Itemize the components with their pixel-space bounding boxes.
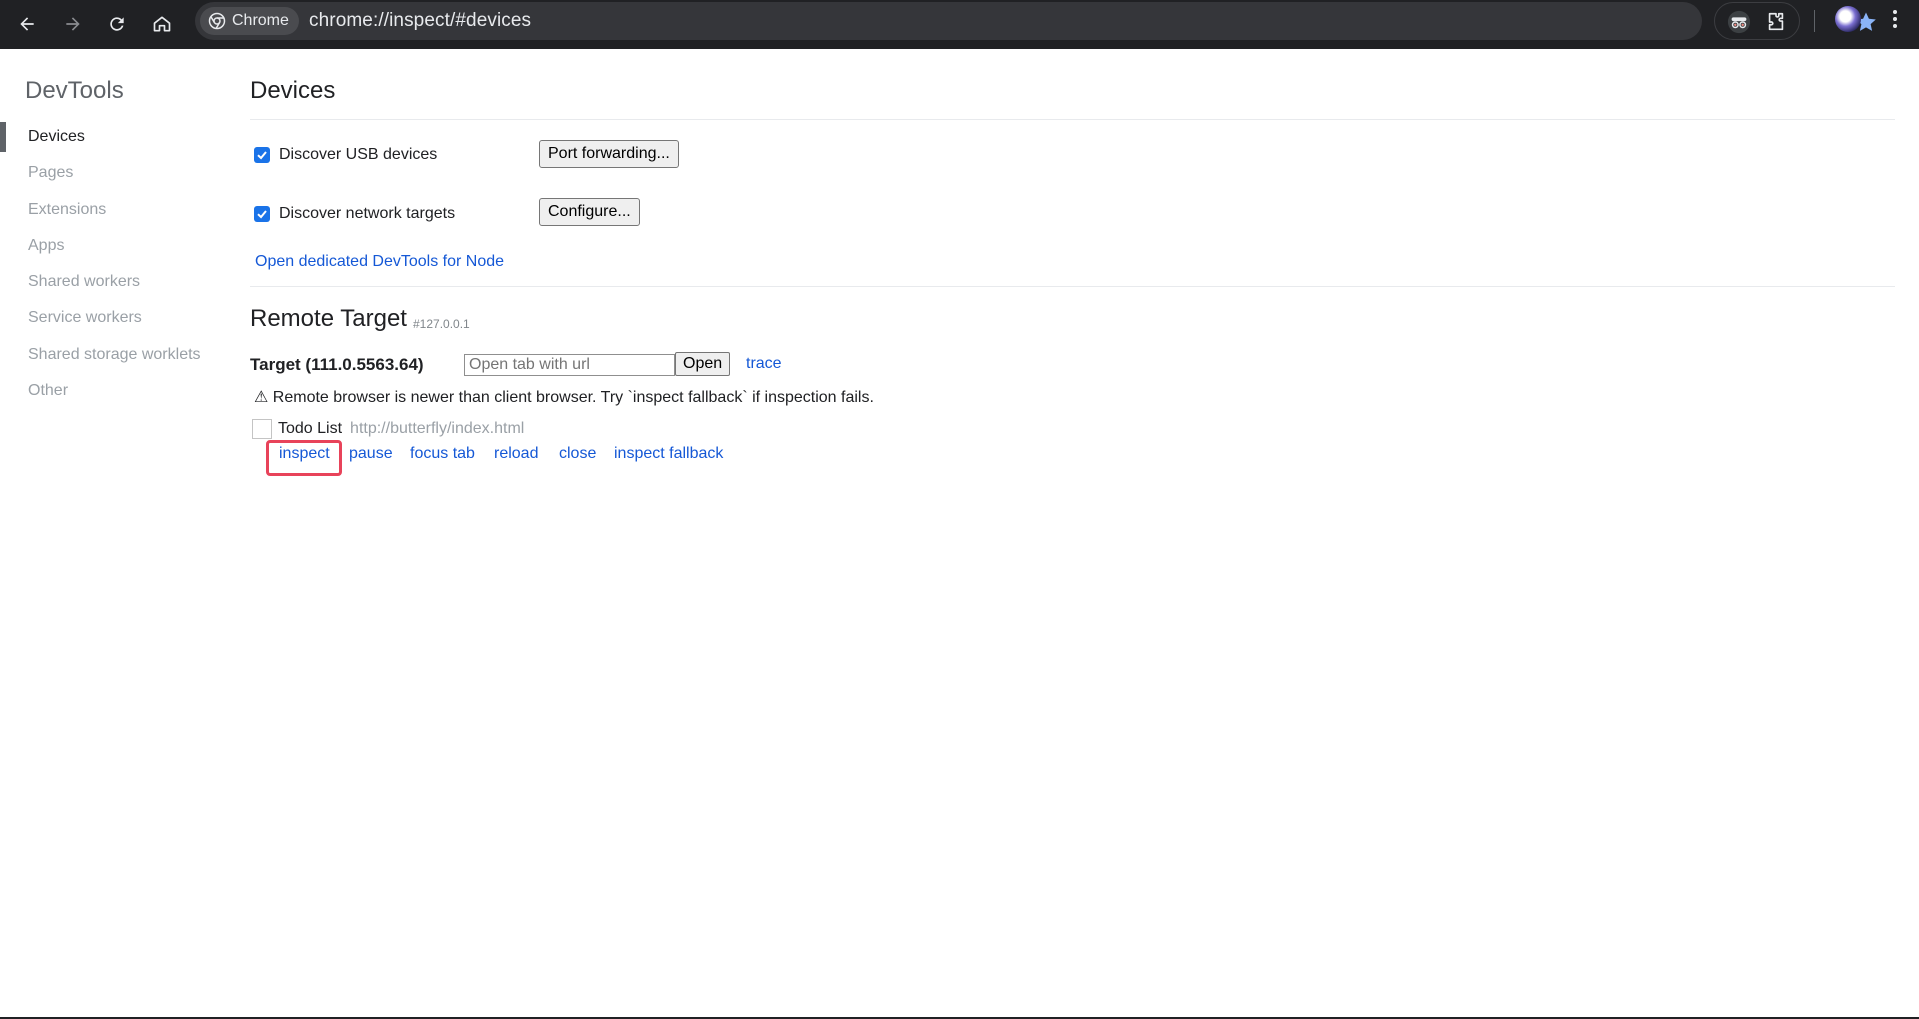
browser-toolbar: Chrome chrome://inspect/#devices bbox=[0, 0, 1919, 49]
focus-tab-link[interactable]: focus tab bbox=[410, 445, 475, 463]
home-button[interactable] bbox=[144, 6, 180, 42]
version-warning: ⚠ Remote browser is newer than client br… bbox=[254, 389, 874, 406]
home-icon bbox=[153, 16, 171, 32]
devices-heading: Devices bbox=[250, 77, 336, 104]
extensions-group bbox=[1714, 2, 1800, 40]
sidebar-item-extensions[interactable]: Extensions bbox=[0, 195, 230, 225]
discover-usb-row: Discover USB devices bbox=[254, 146, 437, 164]
remote-page-row: Todo List http://butterfly/index.html bbox=[252, 419, 524, 439]
configure-button[interactable]: Configure... bbox=[539, 198, 640, 226]
remote-target-heading: Remote Target bbox=[250, 305, 407, 332]
browser-menu-icon[interactable] bbox=[1882, 6, 1908, 32]
devices-divider bbox=[250, 119, 1895, 120]
discover-network-checkbox[interactable] bbox=[254, 206, 270, 222]
sidebar-item-shared-storage-worklets[interactable]: Shared storage worklets bbox=[0, 340, 230, 370]
forward-button[interactable] bbox=[55, 6, 91, 42]
checkmark-icon bbox=[257, 210, 267, 219]
sidebar-item-service-workers[interactable]: Service workers bbox=[0, 303, 230, 333]
open-tab-url-input[interactable]: Open tab with url bbox=[464, 354, 675, 376]
extensions-puzzle-icon[interactable] bbox=[1763, 9, 1789, 35]
reload-button[interactable] bbox=[99, 6, 135, 42]
chrome-logo-icon bbox=[208, 12, 226, 30]
discover-network-row: Discover network targets bbox=[254, 205, 455, 223]
page-title: Todo List bbox=[278, 420, 343, 437]
sidebar-item-devices[interactable]: Devices bbox=[0, 122, 230, 152]
port-forwarding-button[interactable]: Port forwarding... bbox=[539, 140, 679, 168]
remote-divider bbox=[250, 286, 1895, 287]
page-thumbnail bbox=[252, 419, 272, 439]
checkmark-icon bbox=[257, 151, 267, 160]
sidebar-item-pages[interactable]: Pages bbox=[0, 158, 230, 188]
forward-arrow-icon bbox=[66, 17, 80, 31]
sidebar-title: DevTools bbox=[25, 77, 124, 104]
target-name: Target (111.0.5563.64) bbox=[250, 355, 424, 374]
reload-link[interactable]: reload bbox=[494, 445, 538, 463]
trace-link[interactable]: trace bbox=[746, 355, 782, 373]
sidebar-item-other[interactable]: Other bbox=[0, 376, 230, 406]
back-arrow-icon bbox=[20, 17, 34, 31]
chip-label: Chrome bbox=[232, 12, 289, 29]
open-tab-button[interactable]: Open bbox=[675, 352, 731, 376]
pause-link[interactable]: pause bbox=[349, 445, 393, 463]
address-bar[interactable]: Chrome chrome://inspect/#devices bbox=[195, 2, 1876, 40]
remote-ip-tag: #127.0.0.1 bbox=[413, 317, 470, 331]
incognito-spy-icon[interactable] bbox=[1726, 9, 1752, 35]
reload-icon bbox=[110, 17, 124, 31]
discover-usb-checkbox[interactable] bbox=[254, 147, 270, 163]
back-button[interactable] bbox=[9, 6, 45, 42]
sidebar-item-apps[interactable]: Apps bbox=[0, 231, 230, 261]
inspect-fallback-link[interactable]: inspect fallback bbox=[614, 445, 723, 463]
site-info-chip[interactable]: Chrome bbox=[200, 7, 299, 35]
open-devtools-node-link[interactable]: Open dedicated DevTools for Node bbox=[255, 253, 504, 271]
close-link[interactable]: close bbox=[559, 445, 596, 463]
profile-avatar[interactable] bbox=[1835, 6, 1861, 32]
inspect-link[interactable]: inspect bbox=[279, 445, 330, 463]
url-text[interactable]: chrome://inspect/#devices bbox=[309, 10, 531, 32]
toolbar-divider bbox=[1814, 10, 1815, 32]
discover-usb-label: Discover USB devices bbox=[279, 146, 438, 163]
sidebar-item-shared-workers[interactable]: Shared workers bbox=[0, 267, 230, 297]
discover-network-label: Discover network targets bbox=[279, 205, 456, 222]
page-url: http://butterfly/index.html bbox=[350, 420, 525, 437]
